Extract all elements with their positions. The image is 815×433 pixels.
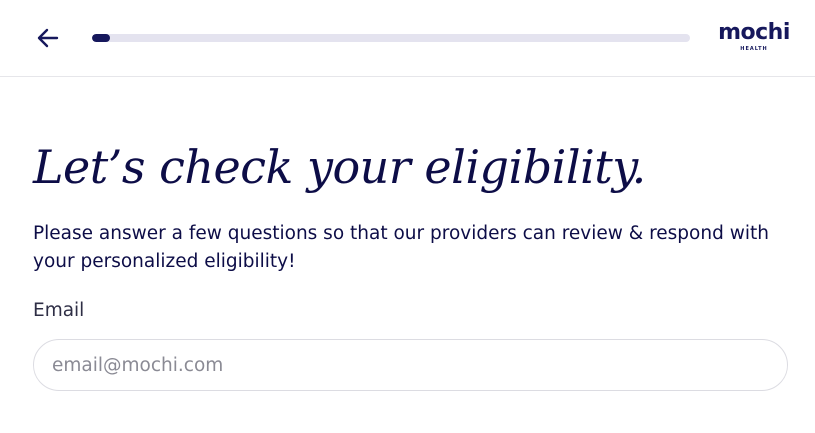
progress-bar-fill [92, 34, 110, 42]
top-bar: mochi HEALTH [0, 0, 815, 77]
page-subtitle: Please answer a few questions so that ou… [33, 223, 769, 272]
email-label: Email [33, 300, 85, 321]
back-button[interactable] [34, 24, 62, 52]
progress-bar [92, 34, 690, 42]
page-title: Let’s check your eligibility. [33, 140, 646, 194]
arrow-left-icon [37, 28, 59, 48]
logo-tagline: HEALTH [740, 46, 768, 52]
logo-wordmark: mochi [718, 20, 790, 45]
email-field[interactable] [33, 339, 788, 391]
mochi-health-logo: mochi HEALTH [716, 20, 792, 52]
eligibility-form: Let’s check your eligibility. Please ans… [33, 135, 793, 391]
